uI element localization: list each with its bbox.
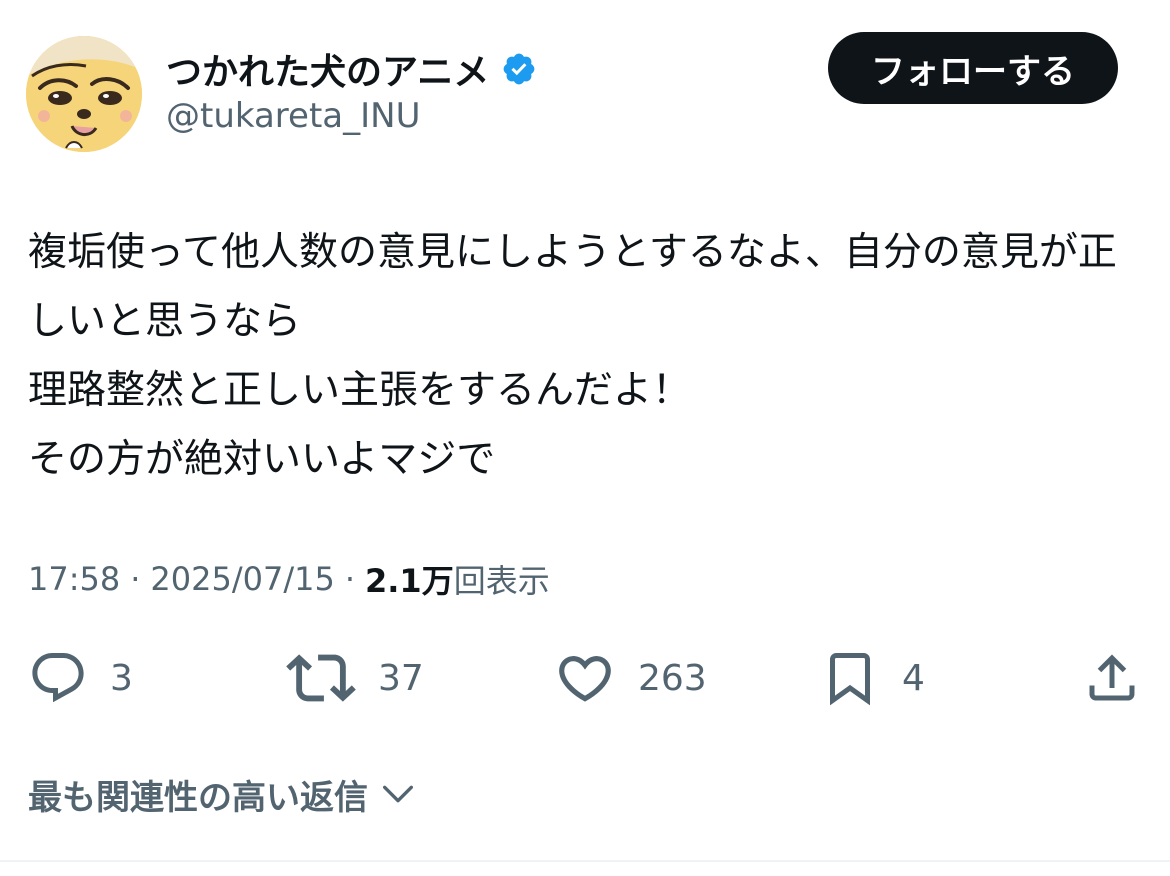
heart-icon	[559, 656, 611, 702]
replies-sort-label: 最も関連性の高い返信	[28, 777, 368, 818]
reply-icon	[32, 653, 84, 703]
cartoon-dog-avatar	[26, 36, 142, 152]
bookmark-button[interactable]: 4	[820, 644, 925, 712]
tweet-meta: 17:58 · 2025/07/15 · 2.1万 回表示	[28, 556, 550, 602]
tweet-date[interactable]: 2025/07/15	[150, 560, 334, 598]
tweet-text: 複垢使って他人数の意見にしようとするなよ、自分の意見が正しいと思うなら 理路整然…	[28, 230, 1117, 482]
replies-sort-dropdown[interactable]: 最も関連性の高い返信	[28, 766, 418, 822]
avatar[interactable]	[26, 36, 142, 152]
author-name-row: つかれた犬のアニメ	[166, 44, 537, 94]
verified-badge-icon[interactable]	[501, 51, 537, 87]
like-count: 263	[638, 657, 707, 699]
tweet-time[interactable]: 17:58	[28, 560, 120, 598]
meta-separator: ·	[130, 560, 141, 598]
like-button[interactable]: 263	[554, 644, 707, 712]
share-icon	[1089, 654, 1135, 701]
share-button[interactable]	[1082, 644, 1142, 712]
views-label: 回表示	[453, 562, 550, 600]
views-count[interactable]: 2.1万	[365, 556, 454, 602]
chevron-down-icon	[383, 785, 413, 803]
reply-count: 3	[110, 657, 133, 699]
meta-separator: ·	[344, 560, 355, 598]
retweet-button[interactable]: 37	[286, 644, 424, 712]
author-display-name[interactable]: つかれた犬のアニメ	[166, 43, 489, 95]
retweet-icon	[286, 654, 356, 702]
author-handle[interactable]: @tukareta_INU	[166, 96, 420, 136]
reply-button[interactable]: 3	[28, 644, 133, 712]
bookmark-count: 4	[902, 657, 925, 699]
retweet-count: 37	[378, 657, 424, 699]
follow-button[interactable]: フォローする	[828, 32, 1118, 104]
divider	[0, 860, 1170, 862]
bookmark-icon	[830, 653, 870, 706]
